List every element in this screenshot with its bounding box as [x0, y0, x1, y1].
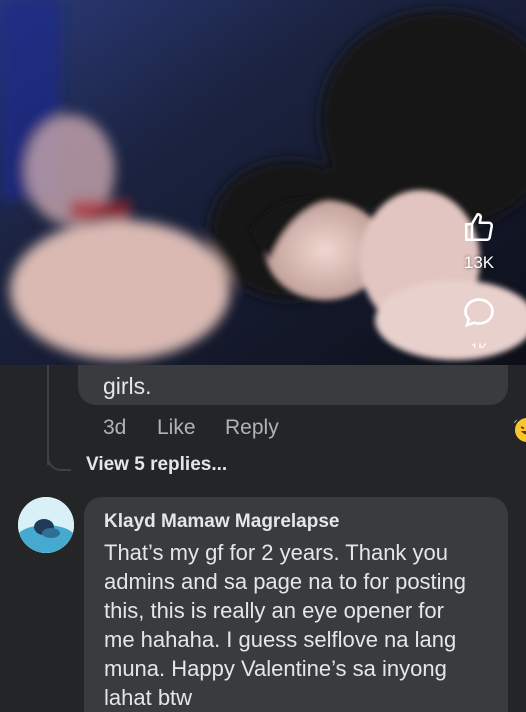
thumbs-up-icon[interactable] — [462, 210, 496, 249]
comment-line: lahat btw — [104, 685, 193, 710]
comments-panel: girls. 3d Like Reply 339 View 5 replies.… — [0, 365, 526, 712]
avatar[interactable] — [18, 497, 74, 553]
comment-text: girls. — [103, 373, 152, 399]
like-count: 13K — [463, 253, 495, 272]
video-frame — [0, 0, 526, 365]
comment-bubble[interactable]: Klayd Mamaw Magrelapse That’s my gf for … — [84, 497, 508, 712]
comment-age: 3d — [103, 416, 127, 439]
comment-meta: 3d Like Reply 339 — [103, 416, 526, 444]
video-actions: 13K 1K — [454, 210, 504, 348]
comment-line: admins and sa page na to for posting — [104, 569, 467, 594]
like-button[interactable]: Like — [157, 416, 196, 440]
comment-text: That’s my gf for 2 years. Thank you admi… — [104, 538, 494, 712]
thread-connector — [47, 449, 71, 471]
video-player[interactable]: 13K 1K — [0, 0, 526, 365]
reply-button[interactable]: Reply — [225, 416, 279, 440]
comment-line: this, this is really an eye opener for — [104, 598, 444, 623]
comment-line: me hahaha. I guess selflove na lang — [104, 627, 457, 652]
comment-count: 1K — [470, 340, 488, 348]
comment-bubble-icon[interactable] — [461, 295, 497, 336]
comment-line: muna. Happy Valentine’s sa inyong — [104, 656, 447, 681]
comment-bubble[interactable]: girls. — [78, 365, 508, 405]
haha-reaction-icon — [513, 416, 526, 444]
comment-author[interactable]: Klayd Mamaw Magrelapse — [104, 511, 339, 533]
view-replies-link[interactable]: View 5 replies... — [86, 454, 227, 476]
comment-line: That’s my gf for 2 years. Thank you — [104, 540, 449, 565]
